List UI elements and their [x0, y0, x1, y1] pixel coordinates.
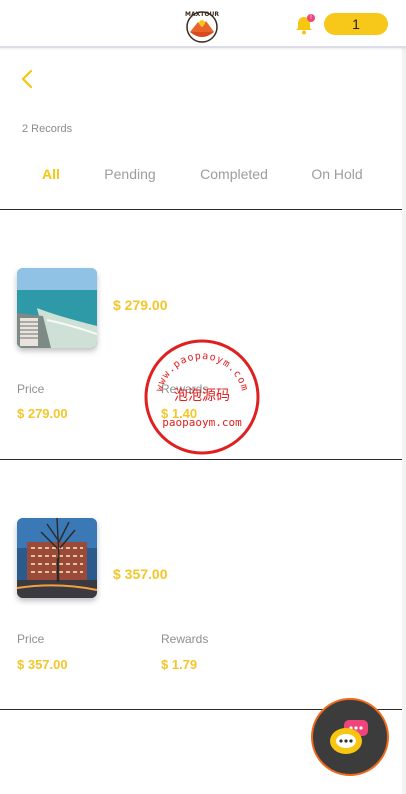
tab-completed[interactable]: Completed — [200, 166, 268, 182]
price-value: $ 279.00 — [17, 406, 68, 421]
records-count: 2 Records — [22, 123, 73, 135]
rewards-value: $ 1.40 — [161, 406, 198, 421]
maxtour-logo[interactable]: MAXTOUR — [184, 8, 220, 44]
beach-hotel-photo — [17, 268, 97, 348]
chat-button[interactable] — [311, 698, 389, 776]
tab-all[interactable]: All — [42, 166, 60, 182]
divider — [0, 209, 402, 210]
order-total: $ 279.00 — [113, 297, 168, 313]
rewards-value: $ 1.79 — [161, 657, 198, 672]
rewards-label: Rewards — [161, 382, 209, 396]
status-tabs: All Pending Completed On Hold — [0, 166, 406, 190]
notification-badge: ! — [307, 14, 315, 22]
svg-text:MAXTOUR: MAXTOUR — [185, 11, 219, 18]
right-edge-strip — [402, 48, 406, 794]
price-label: Price — [17, 632, 45, 646]
divider — [0, 459, 402, 460]
watermark-stamp: www.paopaoym.com 泡泡源码 paopaoym.com — [144, 339, 260, 455]
tab-pending[interactable]: Pending — [104, 166, 155, 182]
top-bar: MAXTOUR ! 1 — [0, 0, 406, 48]
price-value: $ 357.00 — [17, 657, 68, 672]
tab-on-hold[interactable]: On Hold — [311, 166, 362, 182]
order-total: $ 357.00 — [113, 566, 168, 582]
price-label: Price — [17, 382, 45, 396]
city-building-photo — [17, 518, 97, 598]
chat-bubbles-icon — [330, 720, 368, 754]
points-balance-pill[interactable]: 1 — [324, 13, 388, 35]
back-chevron-icon[interactable] — [18, 68, 36, 90]
rewards-label: Rewards — [161, 632, 209, 646]
